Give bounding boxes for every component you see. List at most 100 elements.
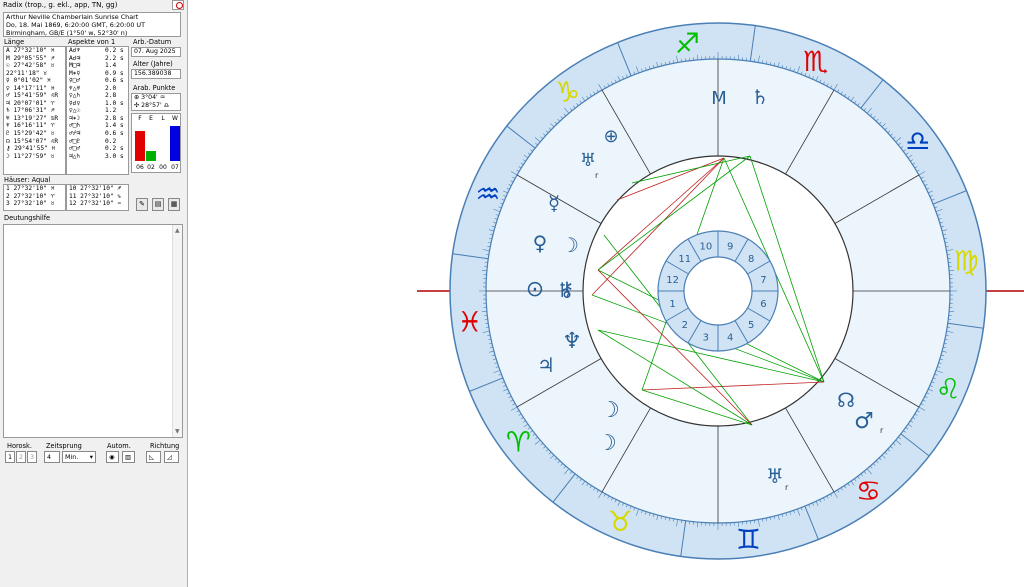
grid-icon[interactable]: ▦ xyxy=(168,198,180,211)
position-row: ☽ 11°27'59" ♉ xyxy=(6,152,55,160)
alter-field[interactable]: 156.389038 xyxy=(131,69,181,79)
aspect-symbol: ♂□♇ xyxy=(69,137,81,145)
aspect-symbol: ☿□♂ xyxy=(69,77,81,85)
aspect-row: ♆△♅ 2.0 xyxy=(69,85,128,93)
zodiac-sign-glyph: ♎ xyxy=(905,125,930,158)
film-button[interactable]: ▥ xyxy=(122,451,135,463)
close-icon[interactable] xyxy=(172,0,184,10)
house-number: 2 xyxy=(682,320,688,331)
house-number: 12 xyxy=(666,275,679,286)
aspect-orb: 3.0 s xyxy=(105,152,124,160)
deutungshilfe-label: Deutungshilfe xyxy=(4,214,51,222)
aspect-row: ♂☍♃ 0.6 s xyxy=(69,130,128,138)
house-number: 11 xyxy=(678,254,691,265)
house-row: 10 27°32'10" ♐ xyxy=(69,185,122,192)
planet-glyph: ♅ xyxy=(580,150,596,171)
position-row: ♄ 17°06'31" ♐ xyxy=(6,107,55,115)
zeitsprung-input[interactable]: 4 xyxy=(44,451,60,463)
aspect-symbol: ☿☌♀ xyxy=(69,99,81,107)
house-row: 1 27°32'10" ♓ xyxy=(6,185,55,192)
arab-punkte-label: Arab. Punkte xyxy=(133,84,176,92)
planet-glyph: ☽ xyxy=(597,431,617,456)
planet-glyph: ♄ xyxy=(751,85,769,109)
aspect-orb: 2.0 xyxy=(105,84,117,92)
planet-glyph: ☊ xyxy=(837,388,855,412)
position-row: ☊ 15°54'07" ♌R xyxy=(6,137,59,145)
document-icon[interactable]: ▤ xyxy=(152,198,164,211)
autom-label: Autom. xyxy=(107,442,131,450)
film-icon: ▥ xyxy=(125,453,132,461)
aspect-symbol: ♂□♄ xyxy=(69,122,81,130)
element-header: W xyxy=(172,115,178,122)
scrollbar[interactable]: ▲ ▼ xyxy=(172,225,182,437)
aspect-row: ♂□♄ 1.4 s xyxy=(69,122,128,130)
houses-list-right[interactable]: 10 27°32'10" ♐ 11 27°32'10" ♑ 12 27°32'10"… xyxy=(66,184,129,211)
house-number: 3 xyxy=(703,332,709,343)
zodiac-sign-glyph: ♈ xyxy=(506,425,531,458)
unit-select[interactable]: Min. ▾ xyxy=(62,451,96,463)
aspect-symbol: A☌♆ xyxy=(69,47,81,54)
zodiac-sign-glyph: ♌ xyxy=(936,373,961,406)
house-number: 6 xyxy=(760,299,766,310)
horosk-2-button[interactable]: 2 xyxy=(16,451,26,463)
planet-glyph: ☽ xyxy=(561,233,579,257)
direction-forward-button[interactable]: ◿ xyxy=(164,451,179,463)
element-header: E xyxy=(149,115,153,122)
zodiac-sign-glyph: ♐ xyxy=(675,27,700,60)
aspect-orb: 0.2 s xyxy=(105,145,124,153)
house-number: 10 xyxy=(699,242,712,253)
arb-datum-field[interactable]: 07. Aug 2025 xyxy=(131,47,181,57)
chevron-down-icon: ▾ xyxy=(89,453,93,461)
arrow-forward-icon: ◿ xyxy=(167,453,172,461)
scroll-down-icon[interactable]: ▼ xyxy=(175,428,180,435)
aspect-symbol: A☌♃ xyxy=(69,54,81,62)
element-count: 02 xyxy=(147,164,155,171)
record-icon: ◉ xyxy=(109,453,115,461)
aspect-row: ☿☌♀ 1.0 s xyxy=(69,100,128,108)
chart-place: Birmingham, GB/E (1°50' w, 52°30' n) xyxy=(6,29,128,37)
house-row: 12 27°32'10" ♒ xyxy=(69,200,122,208)
scroll-up-icon[interactable]: ▲ xyxy=(175,227,180,234)
zodiac-sign-glyph: ♏ xyxy=(803,45,828,78)
positions-list[interactable]: A 27°32'10" ♓ M 29°05'55" ♐ ☉ 27°42'58" ♉ … xyxy=(3,46,66,175)
laenge-label: Länge xyxy=(4,38,25,46)
chart-name: Arthur Neville Chamberlain Sunrise Chart xyxy=(6,13,139,21)
deutungshilfe-text[interactable]: ▲ ▼ xyxy=(3,224,183,438)
planet-glyph: ♆ xyxy=(562,329,582,354)
aspekte-label: Aspekte von 1 xyxy=(68,38,116,46)
horosk-1-button[interactable]: 1 xyxy=(5,451,15,463)
aspect-symbol: ♂□♂ xyxy=(69,145,81,153)
position-row: ☉ 27°42'58" ♉ xyxy=(6,62,55,70)
aspect-orb: 1.4 s xyxy=(105,122,124,130)
aspect-row: ♀△♄ 2.8 xyxy=(69,92,128,100)
aspect-symbol: M□♃ xyxy=(69,62,81,70)
position-row: M 29°05'55" ♐ xyxy=(6,54,55,62)
element-bar xyxy=(135,131,145,161)
houses-list-left[interactable]: 1 27°32'10" ♓ 2 27°32'10" ♈ 3 27°32'10" ♉ xyxy=(3,184,66,211)
aspect-symbol: ♂☍♃ xyxy=(69,130,81,138)
aspects-list[interactable]: A☌♆ 0.2 s A☌♃ 2.2 s M□♃ 1.4 M✶☿ 0.9 s ☿□♂ 0.6 s ♆△… xyxy=(66,46,129,175)
direction-back-button[interactable]: ◺ xyxy=(146,451,161,463)
horoscope-wheel[interactable]: ♓♈♉♊♋♌♍♎♏♐♑♒123 456789101112⊙ ♄M ♄⊕♅☿♀ ☽⚷♆♃☽… xyxy=(412,0,1024,587)
arrow-back-icon: ◺ xyxy=(149,453,154,461)
alter-label: Alter (Jahre) xyxy=(133,60,173,68)
planet-glyph: ☽ xyxy=(600,398,620,423)
record-button[interactable]: ◉ xyxy=(106,451,119,463)
element-header: L xyxy=(161,115,165,122)
aspect-row: ♂□♂ 0.2 s xyxy=(69,145,128,153)
aspect-row: A☌♆ 0.2 s xyxy=(69,47,128,55)
planet-glyph: ♃ xyxy=(537,353,555,377)
unit-value: Min. xyxy=(65,453,79,461)
zodiac-sign-glyph: ♉ xyxy=(608,505,633,538)
arab-punkte-field: ⊕ 3°04' ♒ ✣ 28°57' ♎ xyxy=(131,93,181,111)
zeitsprung-label: Zeitsprung xyxy=(46,442,82,450)
horosk-3-button[interactable]: 3 xyxy=(27,451,37,463)
planet-glyph: ♀ xyxy=(533,231,548,255)
print-icon[interactable]: ✎ xyxy=(136,198,148,211)
aspect-orb: 0.2 xyxy=(105,137,117,145)
side-panel: Radix (trop., g. ekl., app, TN, gg) Arth… xyxy=(0,0,188,587)
aspect-orb: 2.8 s xyxy=(105,114,124,122)
haeuser-label: Häuser: Aqual xyxy=(4,176,51,184)
planet-glyph: ☿ xyxy=(548,191,560,215)
house-number: 1 xyxy=(669,299,675,310)
